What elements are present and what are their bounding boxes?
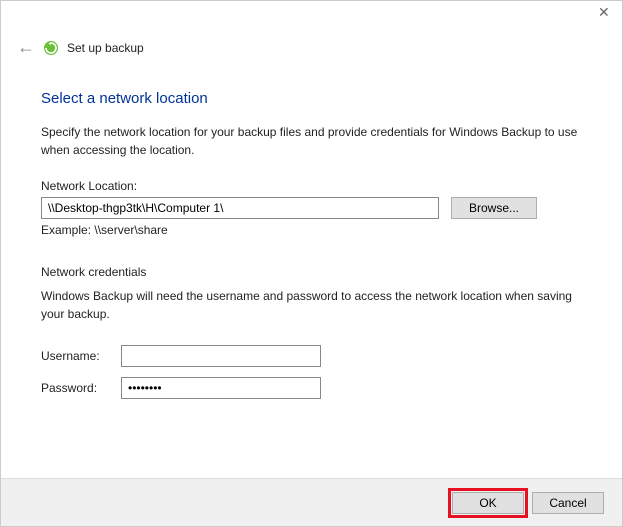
- username-label: Username:: [41, 349, 121, 363]
- wizard-title: Set up backup: [67, 41, 144, 55]
- page-description: Specify the network location for your ba…: [41, 123, 586, 159]
- username-input[interactable]: [121, 345, 321, 367]
- password-label: Password:: [41, 381, 121, 395]
- cancel-button[interactable]: Cancel: [532, 492, 604, 514]
- browse-button[interactable]: Browse...: [451, 197, 537, 219]
- dialog-window: ✕ ← Set up backup Select a network locat…: [1, 1, 622, 526]
- example-text: Example: \\server\share: [41, 223, 586, 237]
- dialog-footer: OK Cancel: [1, 478, 622, 526]
- page-heading: Select a network location: [41, 90, 586, 107]
- network-location-row: Browse...: [41, 197, 586, 219]
- network-location-input[interactable]: [41, 197, 439, 219]
- titlebar: ✕: [1, 1, 622, 33]
- backup-wizard-icon: [43, 40, 59, 56]
- password-input[interactable]: [121, 377, 321, 399]
- credentials-description: Windows Backup will need the username an…: [41, 287, 586, 323]
- network-location-label: Network Location:: [41, 179, 586, 193]
- close-icon[interactable]: ✕: [598, 7, 610, 19]
- ok-button[interactable]: OK: [452, 492, 524, 514]
- content-area: Select a network location Specify the ne…: [1, 70, 622, 419]
- wizard-header: ← Set up backup: [1, 33, 622, 70]
- password-row: Password:: [41, 377, 586, 399]
- credentials-heading: Network credentials: [41, 265, 586, 279]
- back-arrow-icon[interactable]: ←: [17, 37, 35, 58]
- username-row: Username:: [41, 345, 586, 367]
